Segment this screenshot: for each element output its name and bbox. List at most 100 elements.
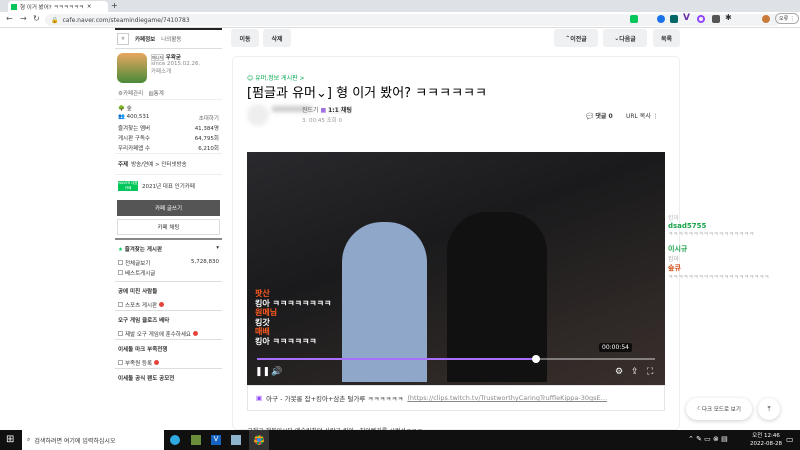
tab-cafe-info[interactable]: 카페정보 (135, 35, 155, 43)
edge-icon[interactable] (170, 435, 180, 445)
member-count: 👥 400,531 (118, 114, 150, 120)
fullscreen-icon[interactable]: ⛶ (647, 367, 653, 377)
fav-members-label: 즐겨찾는 멤버 (118, 126, 151, 132)
board-link[interactable]: 부족원 등록 (115, 358, 222, 368)
board-link[interactable]: 제발 오구 게임에 훈수하세요 (115, 329, 222, 339)
windows-start-icon[interactable]: ⊞ (6, 434, 14, 445)
browser-tab[interactable]: 형 이거 봤어? ㅋㅋㅋㅋㅋㅋ ✕ (8, 1, 108, 12)
seek-bar[interactable] (257, 355, 655, 363)
list-button[interactable]: 목록 (653, 29, 680, 47)
invite-link[interactable]: 초대하기 (199, 114, 219, 122)
theme-value[interactable]: 방송/연예 > 인터넷방송 (131, 160, 187, 168)
tab-my-activity[interactable]: 나의활동 (161, 35, 181, 43)
new-tab-button[interactable]: + (111, 1, 118, 10)
tab-bar (0, 0, 800, 12)
chat-user: 이시규 (668, 245, 688, 253)
our-cafe-label: 우리카페앱 수 (118, 146, 151, 152)
delete-button[interactable]: 삭제 (263, 29, 291, 47)
forward-icon[interactable]: → (20, 14, 27, 23)
section-title: 이세돌 마크 부족전쟁 (115, 339, 222, 358)
lock-icon: 🔒 (51, 16, 59, 24)
all-posts-count: 5,728,830 (191, 259, 219, 265)
extension-icon[interactable] (630, 15, 638, 23)
clock[interactable]: 오전 12:46 2022-08-28 (750, 432, 782, 448)
scroll-top-button[interactable]: ⤒ (758, 398, 780, 420)
share-icon[interactable]: ⇪ (631, 367, 639, 377)
cafe-logo (117, 53, 147, 83)
tab-title: 형 이거 봤어? ㅋㅋㅋㅋㅋㅋ (20, 4, 84, 11)
video-chat-overlay: 팟산 킹아 ㅋㅋㅋㅋㅋㅋㅋㅋ 원메님 킹갓 매배 킹아 ㅋㅋㅋㅋㅋㅋ (255, 289, 332, 346)
url-copy-button[interactable]: URL 복사 ⋮ (626, 111, 659, 120)
settings-icon[interactable]: ⚙ (615, 367, 623, 377)
favorites-header[interactable]: ★ 즐겨찾는 게시판 (118, 245, 162, 253)
puzzle-icon[interactable]: ✱ (725, 13, 732, 22)
clip-title: 아구 - 가봇롱 잡+킹아+삼촌 털가루 ㅋㅋㅋㅋㅋㅋ (266, 395, 404, 403)
board-link[interactable]: 😊 유머,정보 게시판 > (247, 73, 305, 82)
taskbar-search-input[interactable]: ⌕ 검색하려면 여기에 입력하십시오 (22, 430, 164, 450)
back-icon[interactable]: ← (6, 14, 13, 23)
board-link[interactable]: 스포츠 게시판 (115, 300, 222, 310)
avatar[interactable] (762, 15, 770, 23)
award-text: 2021년 대표 인기카페 (142, 184, 195, 190)
app-icon[interactable] (231, 435, 241, 445)
board-sub-label: 게시판 구독수 (118, 136, 151, 142)
chat-message: 킹아 (668, 215, 680, 222)
theme-label: 주제 (118, 162, 129, 168)
since-date: since 2015.02.26. (151, 61, 201, 67)
article-title: [펌글과 유머⌄] 형 이거 봤어? ㅋㅋㅋㅋㅋㅋ (247, 86, 487, 101)
chat-message: 킹아 (668, 256, 680, 263)
reload-icon[interactable]: ↻ (33, 14, 40, 23)
volume-icon[interactable]: 🔊 (271, 367, 282, 377)
notification-icon[interactable]: ▭ (786, 435, 794, 444)
twitch-icon: ▣ (256, 394, 263, 402)
clip-url[interactable]: (https://clips.twitch.tv/TrustworthyCari… (407, 394, 607, 402)
extension-icon[interactable] (670, 15, 678, 23)
cafe-admin-link[interactable]: ⚙카페관리 (118, 91, 143, 97)
all-posts-link[interactable]: 전체글보기 (118, 259, 150, 267)
video-player[interactable]: 팟산 킹아 ㅋㅋㅋㅋㅋㅋㅋㅋ 원메님 킹갓 매배 킹아 ㅋㅋㅋㅋㅋㅋ 00:00:54… (247, 152, 665, 385)
chrome-taskbar-button[interactable] (249, 430, 269, 450)
extension-v-icon[interactable]: V (683, 13, 690, 23)
cafe-chat-button[interactable]: 카페 채팅 (117, 219, 220, 235)
cafe-level: 🌳 숲 (118, 106, 132, 112)
our-cafe-value: 6,210회 (198, 146, 219, 152)
chat-button[interactable]: 1:1 채팅 (328, 107, 352, 114)
clip-link-card[interactable]: ▣ 아구 - 가봇롱 잡+킹아+삼촌 털가루 ㅋㅋㅋㅋㅋㅋ (https://cli… (247, 385, 665, 411)
section-title: 이세돌 공식 팬도 공모전 (115, 368, 222, 387)
url-text: cafe.naver.com/steamindiegame/7410783 (62, 16, 190, 24)
app-v-icon[interactable]: V (211, 435, 221, 445)
seek-handle[interactable] (531, 355, 540, 363)
pause-icon[interactable]: ❚❚ (255, 367, 270, 377)
chat-message: ㅋㅋㅋㅋㅋㅋㅋㅋㅋㅋㅋㅋㅋㅋㅋㅋㅋ (668, 232, 755, 238)
next-post-button[interactable]: ⌄ 다음글 (603, 29, 647, 47)
chevron-down-icon[interactable]: ▾ (216, 245, 219, 253)
write-post-button[interactable]: 카페 글쓰기 (117, 200, 220, 216)
extension-icon[interactable] (657, 15, 665, 23)
taskbar: ⊞ ⌕ 검색하려면 여기에 입력하십시오 V ⌃ ✎ ▭ ⊗ ▤ 오전 12:4… (0, 430, 800, 450)
author-meta: 진드기 ■ 1:1 채팅 (302, 107, 352, 114)
section-title: 공에 미친 사람들 (115, 281, 222, 300)
prev-post-button[interactable]: ⌃ 이전글 (554, 29, 598, 47)
chat-message: ㅋㅋㅋㅋㅋㅋㅋㅋㅋㅋㅋㅋㅋㅋㅋㅋㅋㅋㅋㅋ (668, 275, 770, 281)
dark-mode-button[interactable]: ☾ 다크 모드로 보기 (686, 398, 752, 420)
naver-badge: NAVER 대표카페 (118, 181, 138, 191)
cafe-intro-link[interactable]: 카페소개 (151, 69, 171, 75)
profile-button[interactable]: 오류 ⋮ (775, 13, 799, 24)
extension-icon[interactable] (697, 15, 705, 23)
minecraft-icon[interactable] (191, 435, 201, 445)
post-date: 3. 00:45 조회 0 (302, 118, 342, 124)
best-posts-link[interactable]: 베스트게시글 (118, 269, 155, 277)
section-title: 오구 게임 클로즈 베타 (115, 310, 222, 329)
move-button[interactable]: 이동 (231, 29, 259, 47)
stats-link[interactable]: ▥통계 (148, 91, 163, 97)
chat-user: dsad5755 (668, 222, 707, 230)
author-avatar (247, 104, 269, 126)
favicon-icon (11, 3, 17, 10)
close-tab-icon[interactable]: ✕ (87, 4, 92, 10)
comments-link[interactable]: 💬 댓글 0 (586, 111, 613, 120)
extension-icon[interactable] (712, 15, 720, 23)
manager-badge: 매니저 (151, 54, 165, 61)
system-tray-icons[interactable]: ⌃ ✎ ▭ ⊗ ▤ (688, 435, 728, 443)
time-tooltip: 00:00:54 (599, 343, 632, 352)
star-icon[interactable]: ★ (117, 33, 129, 45)
